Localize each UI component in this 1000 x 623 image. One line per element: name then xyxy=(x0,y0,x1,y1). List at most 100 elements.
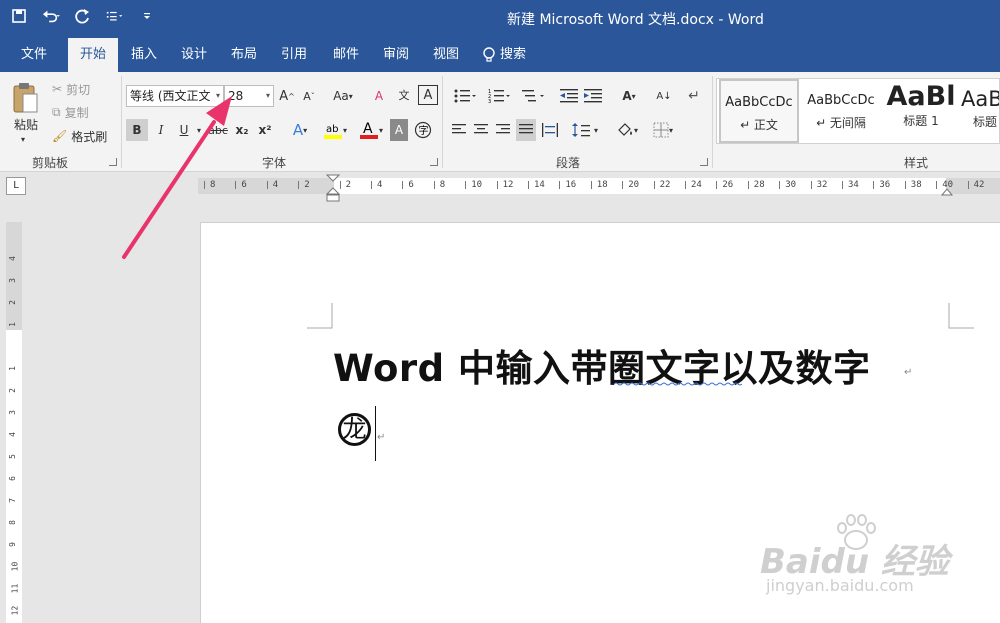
tab-insert[interactable]: 插入 xyxy=(122,38,166,72)
tab-view[interactable]: 视图 xyxy=(424,38,468,72)
change-case-button[interactable]: Aa ▾ xyxy=(328,86,358,106)
subscript-button[interactable]: x₂ xyxy=(232,119,252,141)
ruler-tick-mark xyxy=(298,181,300,189)
justify-icon[interactable] xyxy=(516,119,536,141)
chevron-down-icon[interactable]: ▾ xyxy=(216,86,220,106)
style-normal[interactable]: AaBbCcDc ↵ 正文 xyxy=(719,79,799,143)
align-center-icon[interactable] xyxy=(472,119,490,141)
multilevel-list-icon[interactable] xyxy=(518,86,548,106)
format-painter-button[interactable]: 🖌 格式刷 xyxy=(52,127,107,145)
tell-me-label: 搜索 xyxy=(500,47,527,62)
margin-corner-top-left xyxy=(307,303,333,329)
ruler-tick-label: 6 xyxy=(408,180,414,190)
ruler-tick-mark xyxy=(622,181,624,189)
align-right-icon[interactable] xyxy=(494,119,512,141)
tab-design[interactable]: 设计 xyxy=(172,38,216,72)
paste-button[interactable]: 粘贴 xyxy=(6,116,46,132)
font-color-button[interactable]: A ▾ xyxy=(354,119,388,141)
margin-corner-top-right xyxy=(948,303,974,329)
borders-icon[interactable]: ▾ xyxy=(648,119,678,141)
svg-text:字: 字 xyxy=(419,124,429,137)
ruler-tick-mark xyxy=(685,181,686,189)
superscript-button[interactable]: x² xyxy=(255,119,275,141)
font-size-combo[interactable]: 28 ▾ xyxy=(224,85,274,107)
tab-file[interactable]: 文件 xyxy=(8,38,60,72)
paragraph-mark: ↵ xyxy=(904,367,913,378)
vruler-tick-label: 1 xyxy=(7,322,17,327)
ruler-tick-mark xyxy=(904,181,906,189)
paste-dropdown-icon[interactable]: ▾ xyxy=(18,134,28,144)
sort-icon[interactable]: A↓ xyxy=(654,86,674,106)
phonetic-guide-icon[interactable]: 文 xyxy=(394,84,414,106)
quick-access-toolbar xyxy=(10,6,156,26)
document-heading[interactable]: Word 中输入带圈文字以及数字 xyxy=(333,338,871,392)
font-name-combo[interactable]: 等线 (西文正文 ▾ xyxy=(126,85,224,107)
ruler-tick-mark xyxy=(747,181,749,189)
tab-selector[interactable]: L xyxy=(6,177,26,195)
customize-icon[interactable] xyxy=(138,6,156,26)
tab-layout[interactable]: 布局 xyxy=(222,38,266,72)
title-bar: 新建 Microsoft Word 文档.docx - Word xyxy=(0,0,1000,38)
paragraph-launcher-icon[interactable] xyxy=(700,158,708,166)
underline-dropdown-icon[interactable]: ▾ xyxy=(195,119,203,141)
increase-indent-icon[interactable] xyxy=(582,86,604,106)
ruler-tick-label: 4 xyxy=(377,180,383,190)
redo-icon[interactable] xyxy=(74,6,92,26)
copy-button[interactable]: ⧉ 复制 xyxy=(52,103,89,121)
enclosed-character[interactable]: 龙 xyxy=(338,413,371,446)
svg-text:A: A xyxy=(363,121,373,137)
ruler-tick-label: 16 xyxy=(565,180,577,190)
paste-icon[interactable] xyxy=(8,78,42,118)
align-left-icon[interactable] xyxy=(450,119,468,141)
clipboard-launcher-icon[interactable] xyxy=(109,158,117,166)
character-shading-icon[interactable]: A xyxy=(390,119,408,141)
style-title[interactable]: AaB 标题 xyxy=(961,79,999,143)
ruler-tick-mark xyxy=(779,181,781,189)
tell-me-search[interactable]: 搜索 xyxy=(482,38,542,72)
list-icon[interactable] xyxy=(106,6,124,26)
line-spacing-icon[interactable]: ▾ xyxy=(568,119,602,141)
italic-button[interactable]: I xyxy=(152,119,170,141)
chevron-down-icon[interactable]: ▾ xyxy=(266,86,270,106)
strikethrough-button[interactable]: abc xyxy=(206,119,230,141)
shading-icon[interactable]: ▾ xyxy=(612,119,642,141)
ruler-tick-label: 20 xyxy=(628,180,640,190)
bullets-icon[interactable] xyxy=(450,86,480,106)
tab-home[interactable]: 开始 xyxy=(68,38,118,72)
shrink-font-icon[interactable]: Aˇ xyxy=(300,86,318,106)
font-launcher-icon[interactable] xyxy=(430,158,438,166)
style-no-spacing[interactable]: AaBbCcDc ↵ 无间隔 xyxy=(801,79,881,143)
highlighter-icon: ab xyxy=(323,124,342,139)
clear-formatting-icon[interactable]: A xyxy=(370,86,388,106)
decrease-indent-icon[interactable] xyxy=(558,86,580,106)
underline-button[interactable]: U xyxy=(175,119,193,141)
tab-references[interactable]: 引用 xyxy=(272,38,316,72)
grow-font-icon[interactable]: A ^ xyxy=(278,86,296,106)
indent-markers-icon[interactable] xyxy=(326,174,340,204)
save-icon[interactable] xyxy=(10,6,28,26)
cut-button[interactable]: ✂ 剪切 xyxy=(52,80,90,98)
ruler-tick-mark xyxy=(402,181,404,189)
style-heading-1[interactable]: AaBl 标题 1 xyxy=(881,79,961,143)
distributed-icon[interactable] xyxy=(540,119,560,141)
styles-group-label: 样式 xyxy=(904,156,929,170)
ruler-tick-label: 14 xyxy=(534,180,545,190)
numbering-icon[interactable]: 123 xyxy=(484,86,514,106)
text-highlight-button[interactable]: ab ▾ xyxy=(318,119,352,141)
vruler-tick-label: 7 xyxy=(7,498,17,503)
ruler-tick-mark xyxy=(371,181,372,189)
undo-icon[interactable] xyxy=(42,6,60,26)
vruler-tick-label: 6 xyxy=(7,476,17,481)
show-marks-icon[interactable]: ↵ xyxy=(684,86,704,106)
vruler-tick-label: 9 xyxy=(7,542,17,547)
enclose-characters-icon[interactable]: 字 xyxy=(412,119,434,141)
tab-review[interactable]: 审阅 xyxy=(374,38,418,72)
chinese-layout-icon[interactable]: A ▾ xyxy=(614,86,644,106)
tab-mailings[interactable]: 邮件 xyxy=(324,38,368,72)
bold-button[interactable]: B xyxy=(126,119,148,141)
right-indent-icon[interactable] xyxy=(941,186,953,196)
text-cursor xyxy=(375,406,376,461)
text-effects-icon[interactable]: A ▾ xyxy=(286,119,314,141)
ruler-tick-mark xyxy=(496,181,498,189)
character-border-icon[interactable]: A xyxy=(418,85,438,105)
